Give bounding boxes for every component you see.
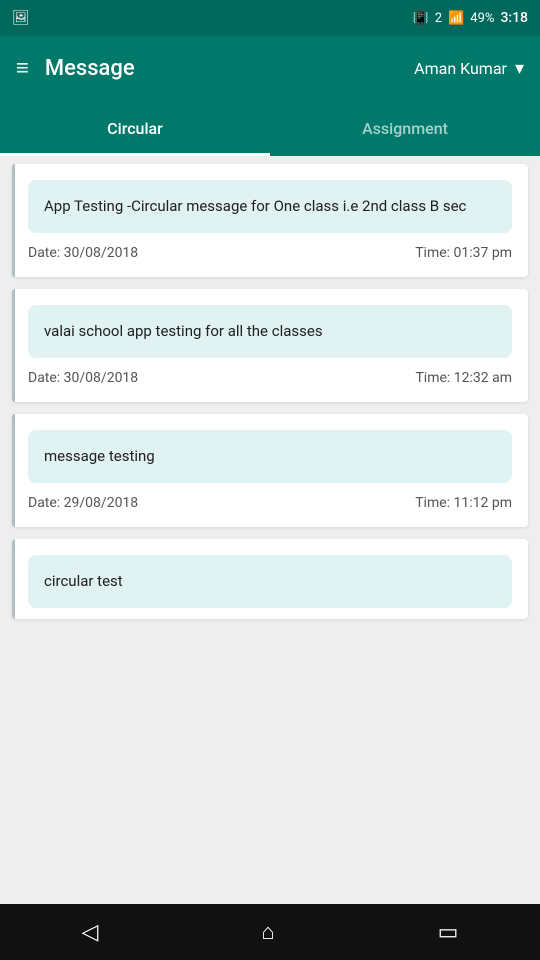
header-right: Aman Kumar ▾	[414, 58, 524, 79]
sim-vibrate-icon: 📳	[413, 11, 429, 26]
message-card-4[interactable]: circular test	[12, 539, 528, 619]
message-text-4: circular test	[44, 572, 123, 590]
message-date-2: Date: 30/08/2018	[28, 370, 138, 386]
recents-button[interactable]: ▭	[438, 920, 459, 945]
message-time-1: Time: 01:37 pm	[415, 245, 512, 261]
message-bubble-1: App Testing -Circular message for One cl…	[28, 180, 512, 233]
message-text-2: valai school app testing for all the cla…	[44, 322, 323, 340]
page-title: Message	[45, 56, 135, 81]
home-button[interactable]: ⌂	[261, 919, 274, 945]
photo-icon: 🖼	[12, 10, 30, 26]
message-text-3: message testing	[44, 447, 155, 465]
message-date-1: Date: 30/08/2018	[28, 245, 138, 261]
status-bar-left: 🖼	[12, 10, 30, 26]
header: ≡ Message Aman Kumar ▾	[0, 36, 540, 100]
message-card-1[interactable]: App Testing -Circular message for One cl…	[12, 164, 528, 277]
message-card-2[interactable]: valai school app testing for all the cla…	[12, 289, 528, 402]
message-bubble-2: valai school app testing for all the cla…	[28, 305, 512, 358]
message-date-3: Date: 29/08/2018	[28, 495, 138, 511]
message-time-3: Time: 11:12 pm	[415, 495, 512, 511]
header-left: ≡ Message	[16, 55, 135, 81]
back-button[interactable]: ◁	[81, 920, 98, 945]
status-bar: 🖼 📳 2 📶 49% 3:18	[0, 0, 540, 36]
tab-assignment[interactable]: Assignment	[270, 100, 540, 156]
sim-slot-label: 2	[435, 11, 442, 26]
message-time-2: Time: 12:32 am	[415, 370, 512, 386]
user-name[interactable]: Aman Kumar	[414, 59, 507, 78]
message-meta-3: Date: 29/08/2018 Time: 11:12 pm	[28, 495, 512, 511]
tabs: Circular Assignment	[0, 100, 540, 156]
time-label: 3:18	[500, 10, 528, 26]
bottom-nav: ◁ ⌂ ▭	[0, 904, 540, 960]
status-bar-right: 📳 2 📶 49% 3:18	[413, 10, 528, 26]
message-bubble-3: message testing	[28, 430, 512, 483]
menu-icon[interactable]: ≡	[16, 55, 29, 81]
message-meta-2: Date: 30/08/2018 Time: 12:32 am	[28, 370, 512, 386]
tab-circular[interactable]: Circular	[0, 100, 270, 156]
battery-label: 49%	[470, 11, 494, 26]
dropdown-icon[interactable]: ▾	[515, 58, 524, 79]
message-meta-1: Date: 30/08/2018 Time: 01:37 pm	[28, 245, 512, 261]
message-bubble-4: circular test	[28, 555, 512, 608]
signal-icon: 📶	[448, 11, 464, 26]
message-text-1: App Testing -Circular message for One cl…	[44, 197, 466, 215]
message-list: App Testing -Circular message for One cl…	[0, 156, 540, 904]
message-card-3[interactable]: message testing Date: 29/08/2018 Time: 1…	[12, 414, 528, 527]
